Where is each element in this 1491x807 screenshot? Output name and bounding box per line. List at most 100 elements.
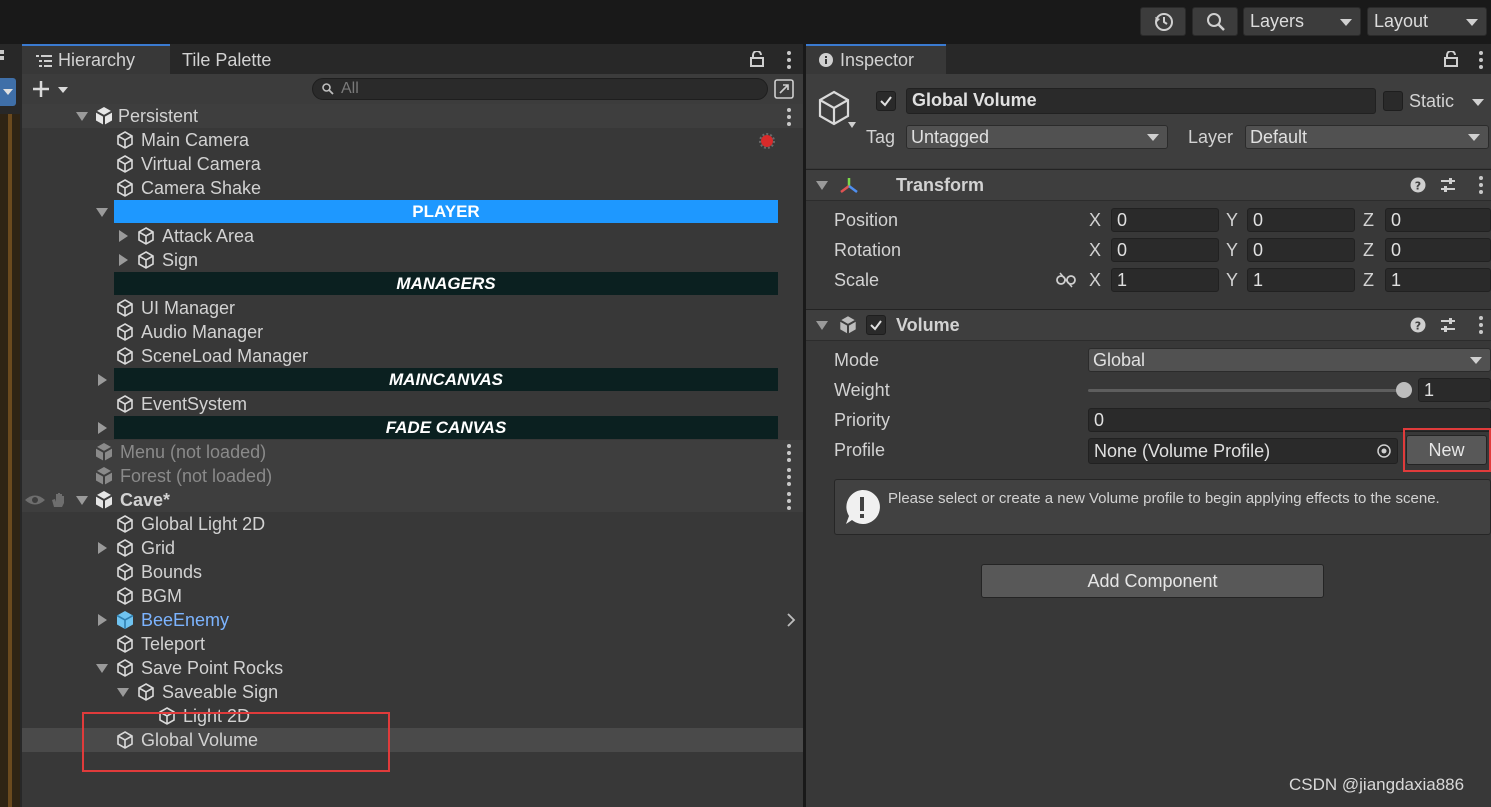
list-item-camera-shake[interactable]: Camera Shake [22, 176, 803, 200]
layout-dropdown[interactable]: Layout [1367, 7, 1487, 36]
list-item-event-system[interactable]: EventSystem [22, 392, 803, 416]
fold-arrow-icon[interactable] [816, 321, 828, 330]
lock-icon[interactable] [750, 51, 764, 67]
mode-dropdown[interactable]: Global [1088, 348, 1491, 372]
fold-arrow-icon[interactable] [96, 208, 108, 217]
pickable-hand-icon[interactable] [50, 492, 68, 508]
weight-slider-handle[interactable] [1396, 382, 1412, 398]
scene-picker-icon[interactable] [774, 79, 794, 99]
list-item-virtual-camera[interactable]: Virtual Camera [22, 152, 803, 176]
list-item-sign[interactable]: Sign [22, 248, 803, 272]
collapsed-dropdown[interactable] [0, 78, 16, 106]
volume-enabled-checkbox[interactable] [866, 315, 886, 335]
visibility-eye-icon[interactable] [24, 493, 46, 507]
search-button[interactable] [1192, 7, 1238, 36]
help-icon[interactable]: ? [1410, 177, 1426, 193]
scale-y-field[interactable]: 1 [1247, 268, 1355, 292]
fold-arrow-icon[interactable] [117, 688, 129, 697]
list-item-global-light-2d[interactable]: Global Light 2D [22, 512, 803, 536]
list-item-main-camera[interactable]: Main Camera [22, 128, 803, 152]
fold-arrow-icon[interactable] [98, 614, 107, 626]
list-item-attack-area[interactable]: Attack Area [22, 224, 803, 248]
hierarchy-search-input[interactable]: All [312, 78, 768, 100]
list-item-bee-enemy[interactable]: BeeEnemy [22, 608, 803, 632]
help-icon[interactable]: ? [1410, 317, 1426, 333]
fold-arrow-icon[interactable] [96, 664, 108, 673]
list-item-maincanvas-header[interactable]: MAINCANVAS [22, 368, 803, 392]
static-checkbox[interactable] [1383, 91, 1403, 111]
tab-inspector[interactable]: Inspector [806, 44, 946, 74]
object-picker-icon[interactable] [1377, 444, 1391, 458]
lock-icon[interactable] [1444, 51, 1458, 67]
list-item-managers-header[interactable]: MANAGERS [22, 272, 803, 296]
fold-arrow-icon[interactable] [76, 496, 88, 505]
fold-arrow-icon[interactable] [119, 254, 128, 266]
gameobject-cube-icon[interactable] [816, 88, 856, 128]
position-x-field[interactable]: 0 [1111, 208, 1219, 232]
list-item-bounds[interactable]: Bounds [22, 560, 803, 584]
history-button[interactable] [1140, 7, 1186, 36]
axis-z-label[interactable]: Z [1363, 268, 1374, 292]
presets-sliders-icon[interactable] [1440, 177, 1456, 193]
list-item-audio-manager[interactable]: Audio Manager [22, 320, 803, 344]
list-item-fade-canvas-header[interactable]: FADE CANVAS [22, 416, 803, 440]
tag-dropdown[interactable]: Untagged [906, 125, 1168, 149]
axis-x-label[interactable]: X [1089, 208, 1101, 232]
axis-y-label[interactable]: Y [1226, 268, 1238, 292]
kebab-menu-icon[interactable] [1479, 51, 1483, 72]
scale-z-field[interactable]: 1 [1385, 268, 1491, 292]
object-name-input[interactable]: Global Volume [906, 88, 1376, 114]
active-checkbox[interactable] [876, 91, 896, 111]
kebab-menu-icon[interactable] [787, 468, 791, 489]
axis-y-label[interactable]: Y [1226, 238, 1238, 262]
rotation-x-field[interactable]: 0 [1111, 238, 1219, 262]
tab-tile-palette[interactable]: Tile Palette [182, 44, 302, 74]
chevron-right-icon[interactable] [786, 613, 796, 627]
kebab-menu-icon[interactable] [1479, 316, 1483, 337]
unlinked-chain-icon[interactable] [1056, 272, 1076, 288]
list-item-save-point-rocks[interactable]: Save Point Rocks [22, 656, 803, 680]
scene-row-cave[interactable]: Cave* [22, 488, 803, 512]
rotation-y-field[interactable]: 0 [1247, 238, 1355, 262]
add-component-button[interactable]: Add Component [981, 564, 1324, 598]
list-item-player-header[interactable]: PLAYER [22, 200, 803, 224]
axis-x-label[interactable]: X [1089, 238, 1101, 262]
fold-arrow-icon[interactable] [816, 181, 828, 190]
profile-object-field[interactable]: None (Volume Profile) [1088, 438, 1398, 464]
scene-row-menu[interactable]: Menu (not loaded) [22, 440, 803, 464]
list-item-grid[interactable]: Grid [22, 536, 803, 560]
chevron-down-icon[interactable] [1472, 99, 1484, 106]
list-item-bgm[interactable]: BGM [22, 584, 803, 608]
list-item-sceneload-manager[interactable]: SceneLoad Manager [22, 344, 803, 368]
kebab-menu-icon[interactable] [787, 108, 791, 129]
list-item-teleport[interactable]: Teleport [22, 632, 803, 656]
axis-z-label[interactable]: Z [1363, 238, 1374, 262]
rotation-z-field[interactable]: 0 [1385, 238, 1491, 262]
transform-header[interactable]: Transform ? [806, 169, 1491, 201]
presets-sliders-icon[interactable] [1440, 317, 1456, 333]
fold-arrow-icon[interactable] [119, 230, 128, 242]
kebab-menu-icon[interactable] [787, 492, 791, 513]
position-y-field[interactable]: 0 [1247, 208, 1355, 232]
axis-z-label[interactable]: Z [1363, 208, 1374, 232]
axis-y-label[interactable]: Y [1226, 208, 1238, 232]
list-item-saveable-sign[interactable]: Saveable Sign [22, 680, 803, 704]
weight-slider-track[interactable] [1088, 389, 1404, 392]
layer-dropdown[interactable]: Default [1245, 125, 1489, 149]
fold-arrow-icon[interactable] [98, 422, 107, 434]
axis-x-label[interactable]: X [1089, 268, 1101, 292]
scale-x-field[interactable]: 1 [1111, 268, 1219, 292]
fold-arrow-icon[interactable] [98, 542, 107, 554]
fold-arrow-icon[interactable] [98, 374, 107, 386]
layers-dropdown[interactable]: Layers [1243, 7, 1361, 36]
position-z-field[interactable]: 0 [1385, 208, 1491, 232]
tab-hierarchy[interactable]: Hierarchy [22, 44, 170, 74]
scene-row-forest[interactable]: Forest (not loaded) [22, 464, 803, 488]
scene-row-persistent[interactable]: Persistent [22, 104, 803, 128]
kebab-menu-icon[interactable] [787, 444, 791, 465]
volume-header[interactable]: Volume ? [806, 309, 1491, 341]
list-item-ui-manager[interactable]: UI Manager [22, 296, 803, 320]
fold-arrow-icon[interactable] [76, 112, 88, 121]
kebab-menu-icon[interactable] [1479, 176, 1483, 197]
weight-input[interactable]: 1 [1418, 378, 1491, 402]
